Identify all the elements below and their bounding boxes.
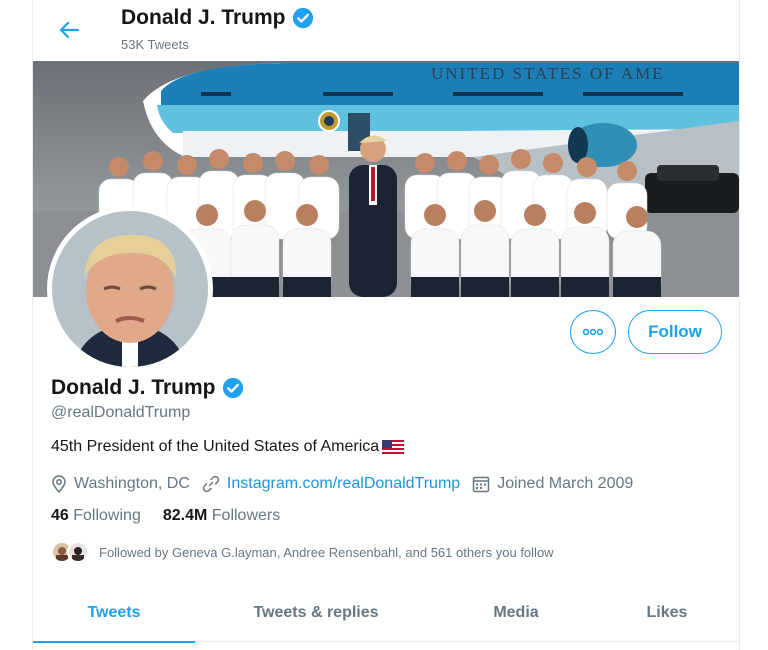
profile-bio-text: 45th President of the United States of A… <box>51 438 380 455</box>
joined-item: Joined March 2009 <box>472 475 633 493</box>
followed-by-row[interactable]: Followed by Geneva G.layman, Andree Rens… <box>51 540 554 564</box>
us-flag-icon <box>382 440 405 454</box>
profile-name: Donald J. Trump <box>51 376 216 399</box>
profile-bio: 45th President of the United States of A… <box>51 438 405 456</box>
tab-likes[interactable]: Likes <box>595 584 739 642</box>
location-item: Washington, DC <box>51 475 190 493</box>
tab-media[interactable]: Media <box>437 584 595 642</box>
verified-badge-icon <box>292 7 313 29</box>
followed-by-avatars <box>51 541 89 563</box>
profile-meta: Washington, DC Instagram.com/realDonaldT… <box>51 472 645 496</box>
followers-count: 82.4M <box>162 507 208 524</box>
profile-handle: @realDonaldTrump <box>51 404 191 421</box>
header-name: Donald J. Trump <box>121 6 286 29</box>
header-title: Donald J. Trump <box>121 6 314 30</box>
header-tweet-count: 53K Tweets <box>121 37 189 52</box>
avatar <box>67 541 89 563</box>
profile-tabs: Tweets Tweets & replies Media Likes <box>33 584 739 643</box>
followed-by-text: Followed by Geneva G.layman, Andree Rens… <box>99 544 554 560</box>
tab-tweets[interactable]: Tweets <box>33 584 195 643</box>
verified-badge-icon <box>222 377 243 399</box>
calendar-icon <box>472 476 490 493</box>
profile-stats: 46 Following 82.4M Followers <box>51 507 280 525</box>
more-options-icon <box>582 328 604 336</box>
profile-name-row: Donald J. Trump <box>51 376 244 400</box>
profile-column: Donald J. Trump 53K Tweets UNITED STATES… <box>32 0 740 650</box>
profile-avatar[interactable] <box>47 206 213 372</box>
tab-tweets-replies[interactable]: Tweets & replies <box>195 584 437 642</box>
followers-stat[interactable]: 82.4M Followers <box>163 507 280 525</box>
plane-text: UNITED STATES OF AME <box>431 64 665 83</box>
back-arrow-icon <box>59 21 79 39</box>
profile-header-bar: Donald J. Trump 53K Tweets <box>33 0 739 60</box>
following-count: 46 <box>51 507 69 524</box>
more-options-button[interactable] <box>570 310 616 354</box>
location-pin-icon <box>52 475 66 493</box>
website-link[interactable]: Instagram.com/realDonaldTrump <box>227 475 460 493</box>
followers-label: Followers <box>211 507 281 524</box>
link-icon <box>202 475 220 493</box>
joined-text: Joined March 2009 <box>497 475 634 492</box>
following-label: Following <box>73 507 141 524</box>
avatar-image <box>52 211 208 367</box>
back-button[interactable] <box>55 16 83 44</box>
follow-button[interactable]: Follow <box>628 310 722 354</box>
location-text: Washington, DC <box>74 475 190 492</box>
website-item: Instagram.com/realDonaldTrump <box>202 475 460 493</box>
following-stat[interactable]: 46 Following <box>51 507 141 525</box>
